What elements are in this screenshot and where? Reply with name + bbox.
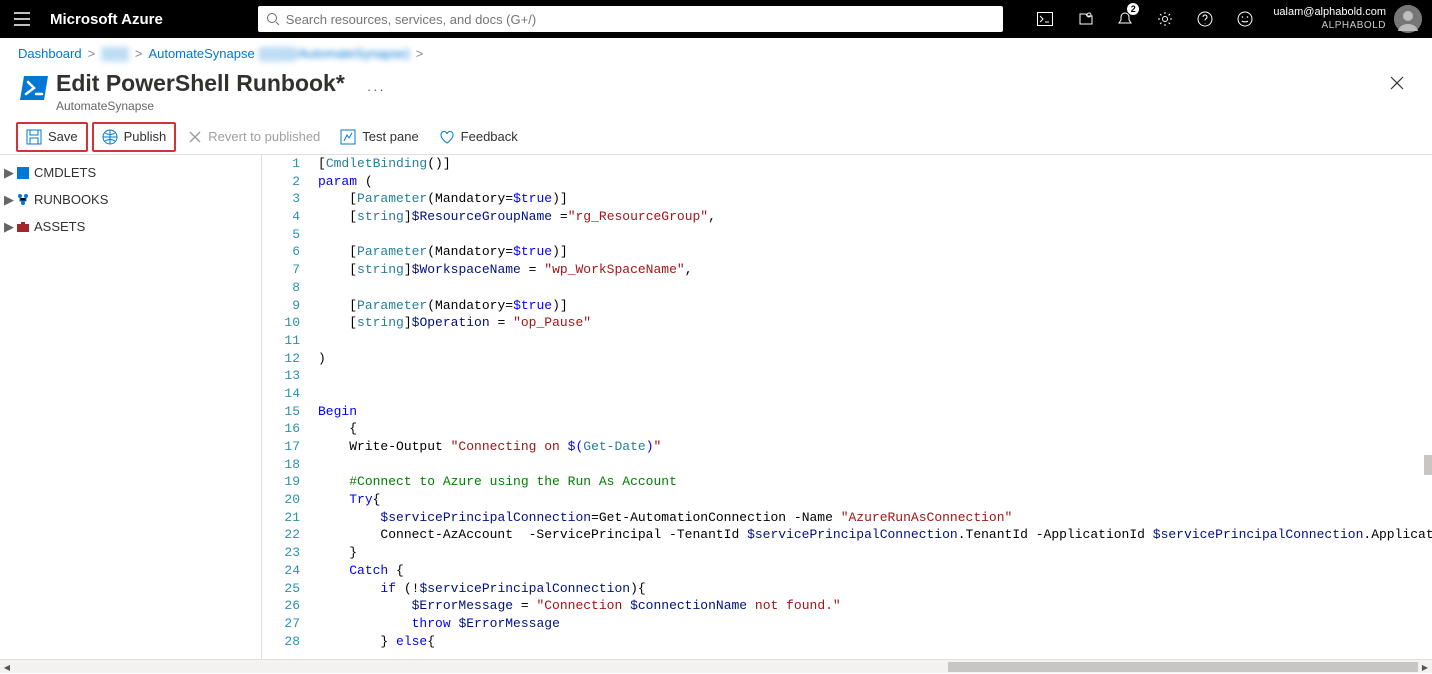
breadcrumb-item[interactable]: ▒▒▒	[101, 46, 129, 61]
asset-icon	[16, 220, 30, 234]
feedback-face-icon[interactable]	[1225, 0, 1265, 38]
cloud-shell-icon[interactable]	[1025, 0, 1065, 38]
main-area: ▶ CMDLETS ▶ RUNBOOKS ▶ ASSETS 1234567891…	[0, 155, 1432, 662]
title-row: Edit PowerShell Runbook* AutomateSynapse…	[0, 68, 1432, 119]
search-box[interactable]	[258, 6, 1003, 32]
page-subtitle: AutomateSynapse	[56, 99, 345, 113]
code-content[interactable]: [CmdletBinding()]param ( [Parameter(Mand…	[318, 155, 1432, 650]
help-icon[interactable]	[1185, 0, 1225, 38]
breadcrumb-item[interactable]: Dashboard	[18, 46, 82, 61]
close-icon[interactable]	[1390, 76, 1404, 93]
user-block[interactable]: ualam@alphabold.com ALPHABOLD	[1265, 6, 1394, 32]
scrollbar-h[interactable]: ◀ ▶	[0, 659, 1432, 673]
chevron-right-icon: ▶	[4, 165, 14, 181]
scrollbar-thumb[interactable]	[948, 662, 1418, 672]
search-icon	[266, 12, 280, 26]
feedback-label: Feedback	[461, 129, 518, 144]
top-bar: Microsoft Azure 2 ualam@alphabold.com AL…	[0, 0, 1432, 38]
tree-runbooks[interactable]: ▶ RUNBOOKS	[0, 186, 261, 213]
menu-icon[interactable]	[0, 12, 44, 26]
avatar[interactable]	[1394, 5, 1422, 33]
brand-label: Microsoft Azure	[44, 11, 163, 28]
chevron-right-icon: ▶	[4, 219, 14, 235]
revert-label: Revert to published	[208, 129, 320, 144]
directories-icon[interactable]	[1065, 0, 1105, 38]
test-label: Test pane	[362, 129, 418, 144]
breadcrumb: Dashboard > ▒▒▒ > AutomateSynapse ▒▒▒▒/A…	[0, 38, 1432, 68]
line-gutter: 1234567891011121314151617181920212223242…	[262, 155, 310, 650]
scroll-right-icon[interactable]: ▶	[1418, 660, 1432, 674]
user-org: ALPHABOLD	[1321, 19, 1386, 32]
left-tree: ▶ CMDLETS ▶ RUNBOOKS ▶ ASSETS	[0, 155, 262, 662]
scrollbar-v[interactable]	[1424, 455, 1432, 475]
tree-assets[interactable]: ▶ ASSETS	[0, 213, 261, 240]
runbook-icon	[16, 193, 30, 207]
publish-icon	[102, 129, 118, 145]
tree-label: RUNBOOKS	[34, 192, 108, 207]
notification-badge: 2	[1127, 3, 1139, 15]
revert-button[interactable]: Revert to published	[180, 122, 328, 152]
feedback-button[interactable]: Feedback	[431, 122, 526, 152]
tree-label: ASSETS	[34, 219, 85, 234]
breadcrumb-item: ▒▒▒▒/AutomateSynapse)	[259, 46, 410, 61]
save-button[interactable]: Save	[16, 122, 88, 152]
test-icon	[340, 129, 356, 145]
breadcrumb-item[interactable]: AutomateSynapse	[148, 46, 254, 61]
cmdlet-icon	[16, 166, 30, 180]
test-pane-button[interactable]: Test pane	[332, 122, 426, 152]
search-input[interactable]	[286, 12, 995, 27]
scroll-left-icon[interactable]: ◀	[0, 660, 14, 674]
settings-icon[interactable]	[1145, 0, 1185, 38]
publish-label: Publish	[124, 129, 167, 144]
publish-button[interactable]: Publish	[92, 122, 177, 152]
chevron-right-icon: ▶	[4, 192, 14, 208]
tree-cmdlets[interactable]: ▶ CMDLETS	[0, 159, 261, 186]
tree-label: CMDLETS	[34, 165, 96, 180]
save-label: Save	[48, 129, 78, 144]
save-icon	[26, 129, 42, 145]
toolbar: Save Publish Revert to published Test pa…	[0, 119, 1432, 155]
code-editor[interactable]: 1234567891011121314151617181920212223242…	[262, 155, 1432, 662]
heart-icon	[439, 129, 455, 145]
more-icon[interactable]: ···	[367, 82, 386, 97]
page-title: Edit PowerShell Runbook*	[56, 70, 345, 97]
user-email: ualam@alphabold.com	[1273, 6, 1386, 19]
notifications-icon[interactable]: 2	[1105, 0, 1145, 38]
revert-icon	[188, 130, 202, 144]
powershell-icon	[18, 74, 50, 102]
